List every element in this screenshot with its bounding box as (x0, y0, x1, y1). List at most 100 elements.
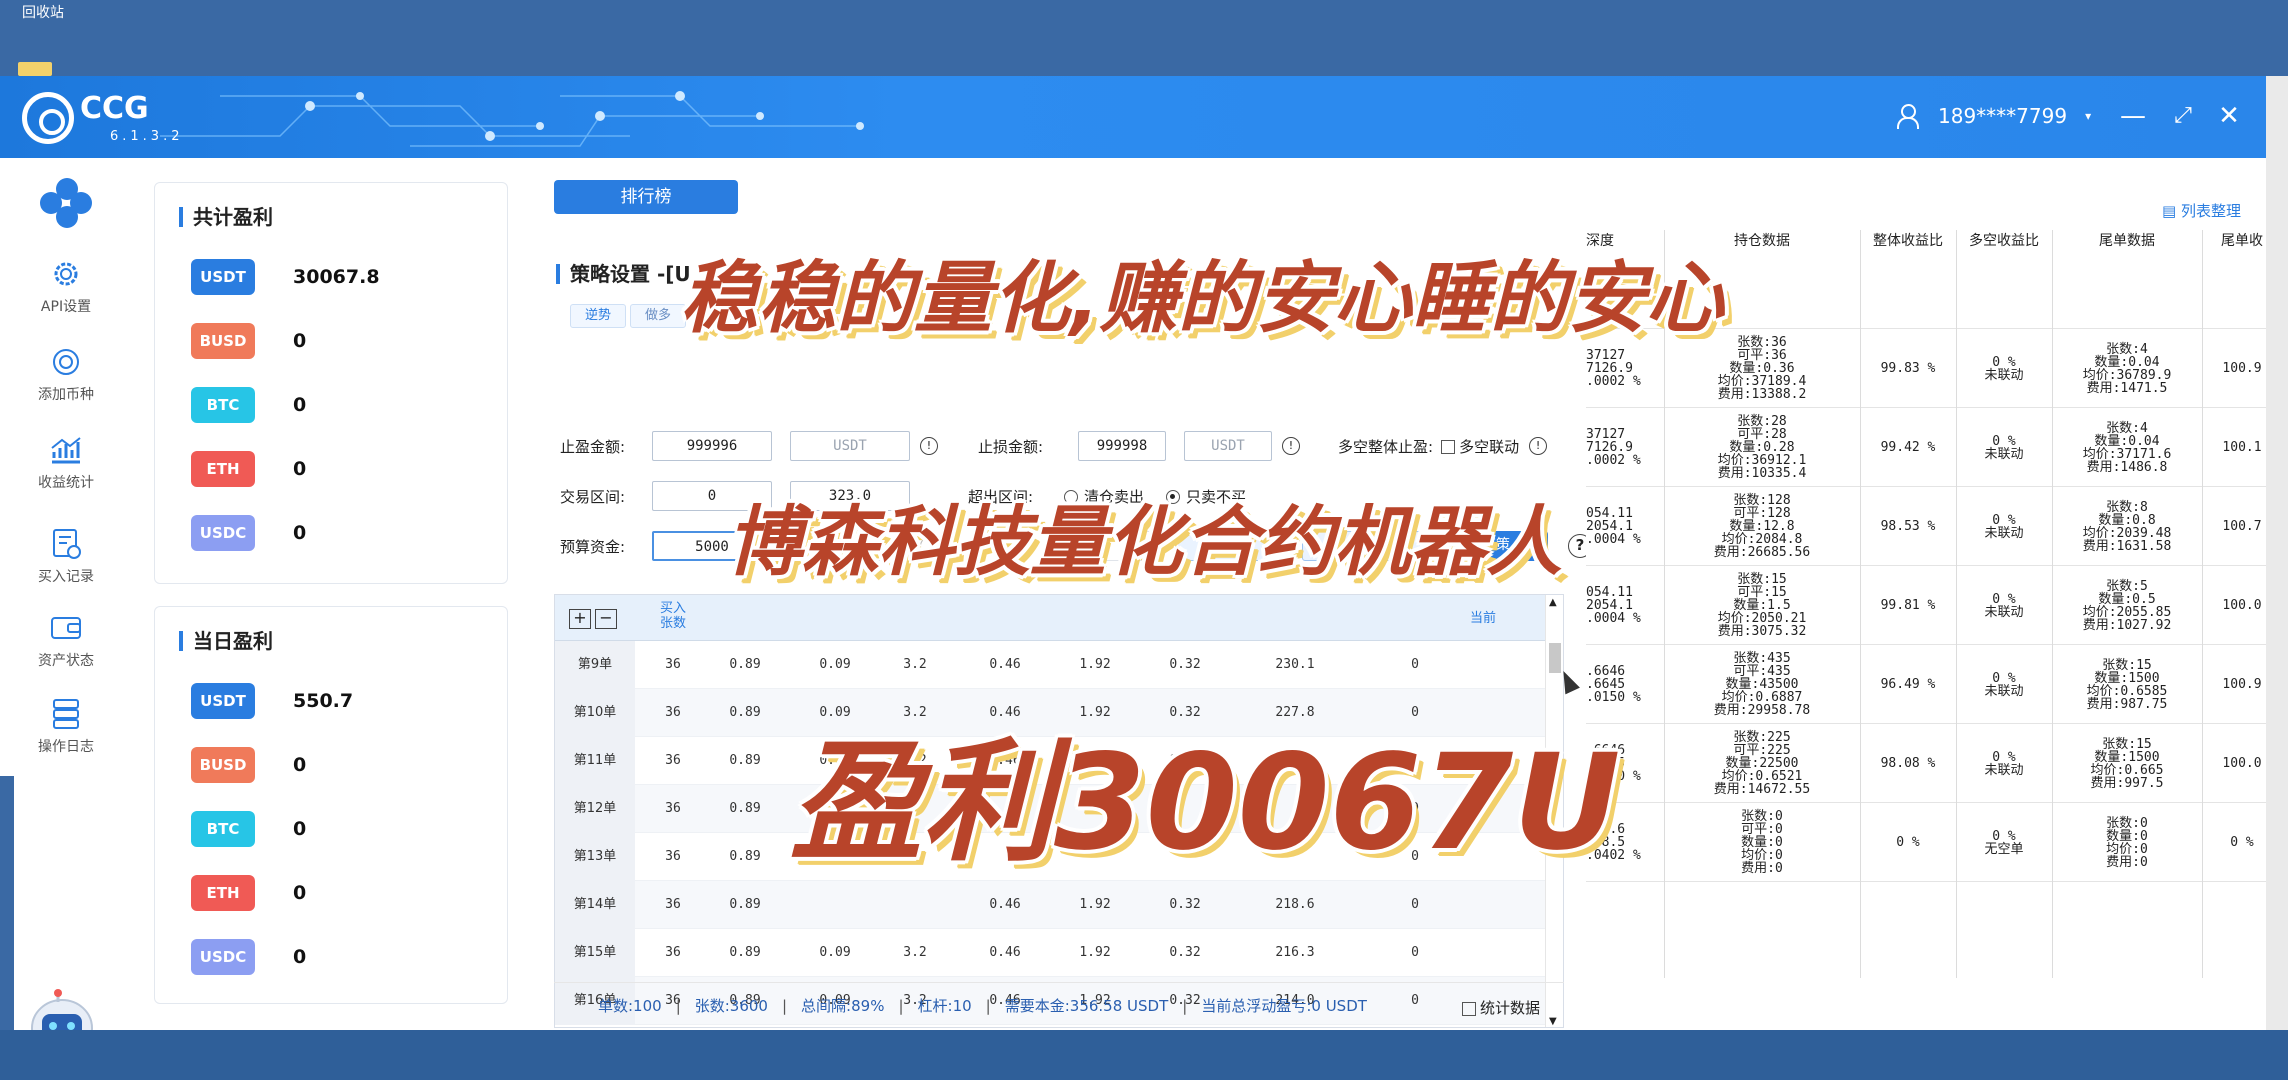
coin-row: ETH 0 (191, 449, 306, 489)
cell-line: 数量:0 (2106, 828, 2148, 844)
cell-line: 均价:0.665 (2090, 762, 2164, 778)
strategy-settings-title: 策略设置 -[U (556, 264, 691, 284)
table-cell: 3.2 (903, 657, 927, 672)
user-phone: 189****7799 (1938, 104, 2068, 128)
gear-icon (48, 258, 84, 290)
screen: { "desktop": {"recycle_bin_label": "回收站"… (0, 0, 2288, 1080)
order-number-cell: 第13单 (555, 833, 635, 881)
position-cell-tail: 张数:15 数量:1500 均价:0.665 费用:997.5 (2052, 724, 2202, 803)
position-cell-ls: 0 % 无空单 (1956, 803, 2052, 882)
caret-down-icon: ▾ (2085, 109, 2092, 123)
info-icon[interactable]: ! (1282, 437, 1300, 455)
wallet-icon (48, 612, 84, 644)
stop-loss-input[interactable]: 999998 (1078, 431, 1166, 461)
table-cell: 0.89 (729, 849, 761, 864)
expand-icon[interactable]: + (569, 609, 591, 629)
app-version: 6.1.3.2 (110, 128, 184, 144)
tab-long[interactable]: 做多 (630, 304, 686, 328)
sidebar-item-operation-log[interactable]: 操作日志 (14, 690, 118, 766)
coin-value: 30067.8 (293, 266, 380, 288)
list-organize-link[interactable]: ▤ 列表整理 (2162, 200, 2241, 221)
recycle-bin-label[interactable]: 回收站 (22, 2, 64, 22)
maximize-button[interactable]: ⤢ (2168, 102, 2198, 130)
scroll-up-icon[interactable]: ▲ (1549, 597, 1557, 608)
stat-orders: 单数:100 (598, 997, 662, 1015)
taskbar (0, 1030, 2288, 1080)
cell-line: 0 % (1992, 828, 2016, 844)
log-icon (48, 698, 84, 730)
stop-loss-unit[interactable]: USDT (1184, 431, 1272, 461)
position-cell-tailp: 0 % (2230, 835, 2254, 850)
sidebar-item-asset-status[interactable]: 资产状态 (14, 604, 118, 680)
position-cell-tail: 张数:4 数量:0.04 均价:36789.9 费用:1471.5 (2052, 329, 2202, 408)
take-profit-label: 止盈金额: (560, 437, 626, 456)
coin-row: USDC 0 (191, 937, 306, 977)
table-cell: 0.89 (729, 945, 761, 960)
sidebar: API设置 添加币种 收益统计 买入记录 资产状态 操作日志 (0, 158, 132, 1030)
table-cell (875, 881, 955, 929)
position-row[interactable]: 054.11 2054.1.0004 % 张数:128 可平:128 数量:12.8 均价… (1586, 487, 2266, 566)
position-row[interactable]: .6646.6645.0150 % 张数:225 可平:225 数量:22500 均价:… (1586, 724, 2266, 803)
minimize-button[interactable]: — (2118, 102, 2148, 130)
cell-line: 0 % (1992, 433, 2016, 449)
checkbox-icon (1441, 440, 1456, 454)
cell-line: 未联动 (1984, 683, 2024, 699)
robot-mascot-icon[interactable] (22, 988, 102, 1030)
cell-line: 均价:0 (2106, 841, 2148, 857)
leaderboard-button[interactable]: 排行榜 (554, 180, 738, 214)
order-number-cell: 第12单 (555, 785, 635, 833)
table-row[interactable]: 第9单 36 0.89 0.09 3.2 0.46 1.92 0.32 230.1 0 (555, 641, 1545, 689)
table-cell: 0.89 (729, 657, 761, 672)
cell-line: .0004 % (1586, 611, 1641, 626)
table-row[interactable]: 第15单 36 0.89 0.09 3.2 0.46 1.92 0.32 216.3 0 (555, 929, 1545, 977)
cell-line: 费用:987.75 (2086, 696, 2168, 712)
close-button[interactable]: ✕ (2214, 102, 2244, 130)
position-row[interactable]: 37127 7126.9.0002 % 张数:28 可平:28 数量:0.28 均价:36… (1586, 408, 2266, 487)
table-cell: 36 (665, 801, 681, 816)
collapse-icon[interactable]: − (595, 609, 617, 629)
position-row[interactable]: .6646.6645.0150 % 张数:435 可平:435 数量:43500 均价:… (1586, 645, 2266, 724)
coin-row: USDC 0 (191, 513, 306, 553)
longshort-checkbox[interactable]: 多空联动 (1441, 436, 1519, 457)
scroll-thumb[interactable] (1549, 643, 1561, 673)
position-cell-tail: 张数:4 数量:0.04 均价:37171.6 费用:1486.8 (2052, 408, 2202, 487)
cell-line: 费用:10335.4 (1717, 466, 1807, 481)
coin-row: BUSD 0 (191, 745, 306, 785)
chart-icon (48, 434, 84, 466)
position-cell-tailp: 100.9 (2222, 361, 2262, 376)
sidebar-item-api-settings[interactable]: API设置 (14, 250, 118, 326)
title-bar: CCG 6.1.3.2 189****7799 ▾ — ⤢ ✕ (0, 76, 2266, 158)
coin-badge: BTC (191, 811, 255, 847)
coin-row: BTC 0 (191, 809, 306, 849)
table-cell: 0.46 (989, 897, 1021, 912)
cell-line: 费用:0 (2106, 854, 2148, 870)
cell-line: 张数:4 (2106, 420, 2148, 436)
take-profit-input[interactable]: 999996 (652, 431, 772, 461)
position-row[interactable]: 248.6 248.5.0402 % 张数:0 可平:0 数量:0 均价:0 费用:0 0 %… (1586, 803, 2266, 882)
table-cell: 218.6 (1275, 897, 1315, 912)
stats-checkbox[interactable]: 统计数据 (1461, 997, 1540, 1018)
cell-line: .0002 % (1586, 453, 1641, 468)
tab-counter-trend[interactable]: 逆势 (570, 304, 626, 328)
sidebar-item-add-coin[interactable]: 添加币种 (14, 338, 118, 414)
sidebar-item-label: 添加币种 (38, 387, 94, 403)
sidebar-item-buy-records[interactable]: 买入记录 (14, 520, 118, 596)
coin-badge: USDT (191, 259, 255, 295)
user-menu[interactable]: 189****7799 ▾ (1896, 104, 2092, 129)
position-row[interactable]: 054.11 2054.1.0004 % 张数:15 可平:15 数量:1.5 均价:20… (1586, 566, 2266, 645)
info-icon[interactable]: ! (1529, 437, 1548, 455)
user-icon (1896, 104, 1919, 129)
position-cell-overall: 99.83 % (1880, 361, 1936, 376)
info-icon[interactable]: ! (920, 437, 938, 455)
cell-line: 费用:26685.56 (1713, 545, 1811, 560)
table-row[interactable]: 第14单 36 0.89 0.46 1.92 0.32 218.6 0 (555, 881, 1545, 929)
position-cell-pos: 张数:15 可平:15 数量:1.5 均价:2050.21 费用:3075.32 (1664, 566, 1860, 645)
take-profit-unit[interactable]: USDT (790, 431, 910, 461)
cell-line: 均价:0.6585 (2086, 683, 2168, 699)
sidebar-item-profit-stats[interactable]: 收益统计 (14, 426, 118, 502)
coin-row: USDT 550.7 (191, 681, 353, 721)
table-cell: 0.32 (1169, 657, 1201, 672)
cell-line: 费用:1471.5 (2086, 380, 2168, 396)
cell-line: 均价:36789.9 (2082, 367, 2172, 383)
folder-icon[interactable] (18, 62, 52, 76)
